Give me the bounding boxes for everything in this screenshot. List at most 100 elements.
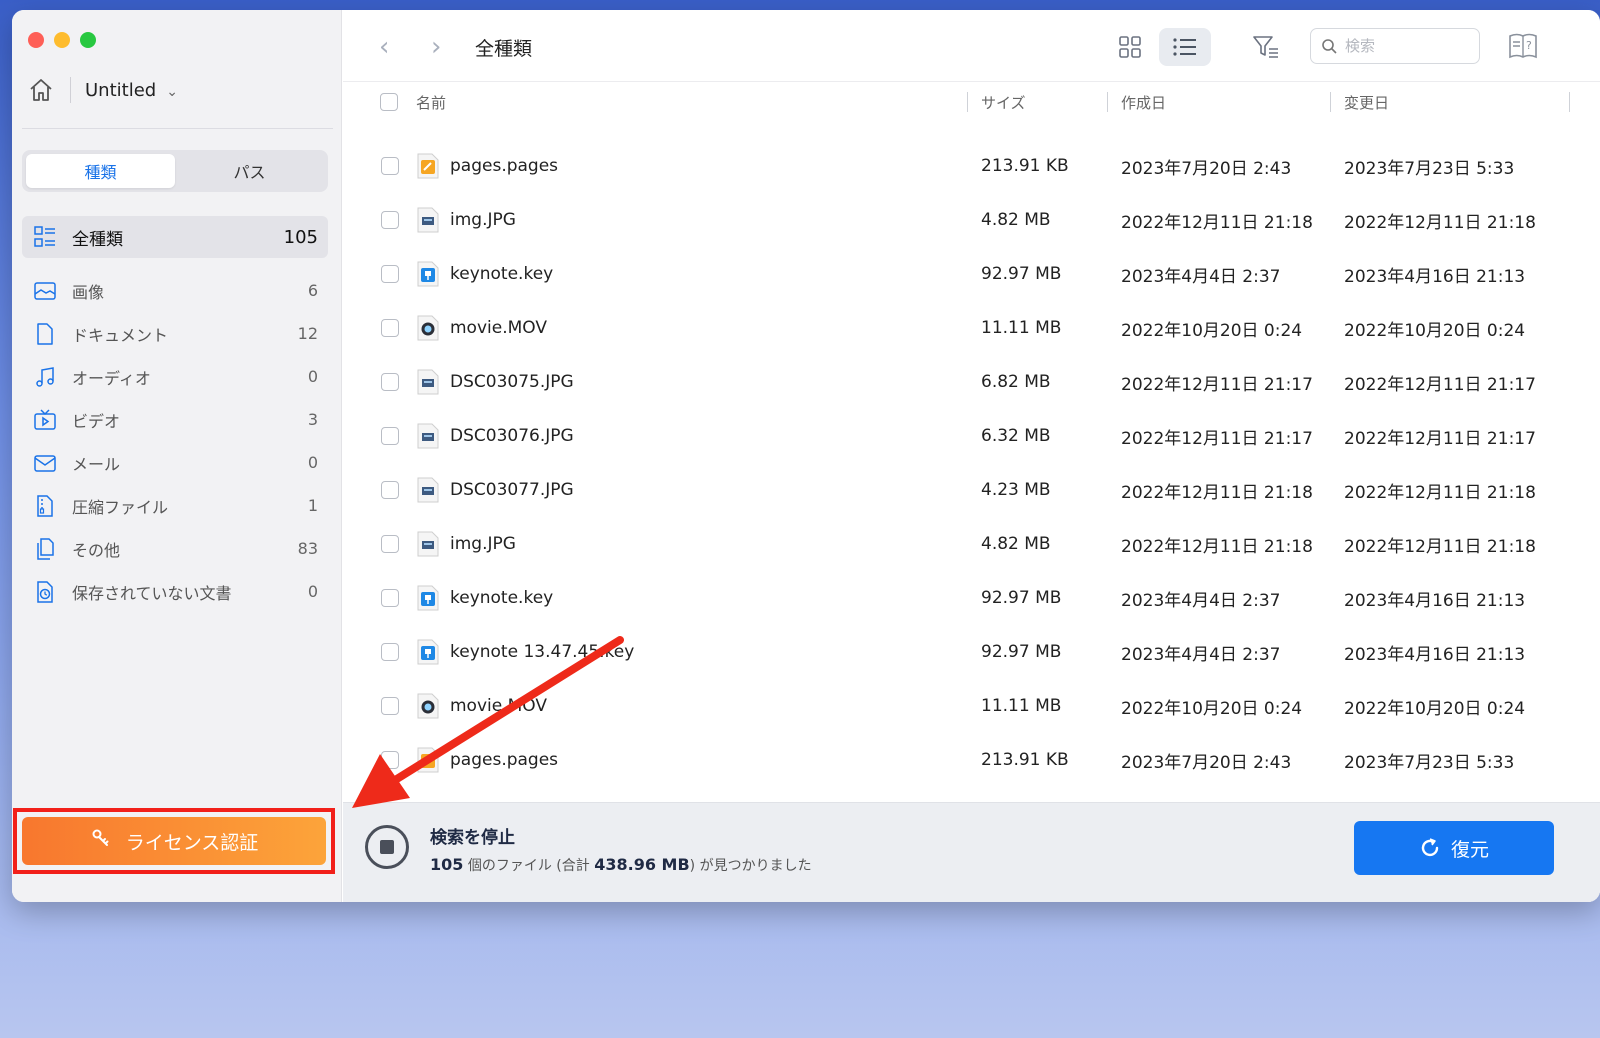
table-row[interactable]: img.JPG 4.82 MB 2022年12月11日 21:18 2022年12月1… (343, 193, 1600, 247)
file-size: 92.97 MB (981, 642, 1062, 662)
file-size: 213.91 KB (981, 156, 1069, 176)
toolbar: ‹ › 全種類 ? (343, 10, 1600, 82)
file-size: 4.82 MB (981, 534, 1051, 554)
file-created: 2022年12月11日 21:18 (1121, 212, 1313, 233)
row-checkbox[interactable] (381, 751, 399, 769)
sidebar-item-other[interactable]: その他 83 (22, 527, 328, 570)
sidebar-item-archives[interactable]: 圧縮ファイル 1 (22, 484, 328, 527)
forward-button[interactable]: › (431, 32, 441, 62)
table-row[interactable]: DSC03077.JPG 4.23 MB 2022年12月11日 21:18 2022… (343, 463, 1600, 517)
help-button[interactable]: ? (1505, 28, 1541, 64)
table-row[interactable]: keynote 13.47.45.key 92.97 MB 2023年4月4日 2:… (343, 625, 1600, 679)
file-modified: 2022年10月20日 0:24 (1344, 320, 1526, 341)
stop-scan-button[interactable] (365, 825, 409, 869)
sidebar-item-count: 0 (307, 453, 318, 472)
table-row[interactable]: movie.MOV 11.11 MB 2022年10月20日 0:24 2022年10… (343, 301, 1600, 355)
file-name: DSC03076.JPG (450, 426, 574, 446)
column-header-name[interactable]: 名前 (416, 92, 446, 113)
tab-path[interactable]: パス (175, 154, 324, 188)
sidebar-item-audio[interactable]: オーディオ 0 (22, 355, 328, 398)
sidebar-item-documents[interactable]: ドキュメント 12 (22, 312, 328, 355)
status-bar: 検索を停止 105 個のファイル (合計 438.96 MB) が見つかりました… (343, 802, 1600, 902)
minimize-window-button[interactable] (54, 32, 70, 48)
mail-icon (32, 450, 58, 476)
status-summary: 105 個のファイル (合計 438.96 MB) が見つかりました (430, 855, 812, 875)
back-button[interactable]: ‹ (379, 32, 389, 62)
table-row[interactable]: DSC03075.JPG 6.82 MB 2022年12月11日 21:17 2022… (343, 355, 1600, 409)
grid-view-button[interactable] (1115, 32, 1145, 62)
sidebar-item-video[interactable]: ビデオ 3 (22, 398, 328, 441)
search-input[interactable] (1345, 37, 1465, 55)
filter-button[interactable] (1251, 32, 1281, 62)
table-row[interactable]: img.JPG 4.82 MB 2022年12月11日 21:18 2022年12月1… (343, 517, 1600, 571)
home-icon[interactable] (26, 75, 56, 105)
image-file-icon (417, 477, 439, 503)
column-divider[interactable] (967, 92, 968, 112)
sidebar-item-all-types[interactable]: 全種類 105 (22, 216, 328, 258)
location-row: Untitled ⌄ (26, 72, 178, 108)
status-tail: ) が見つかりました (689, 858, 812, 874)
row-checkbox[interactable] (381, 427, 399, 445)
row-checkbox[interactable] (381, 157, 399, 175)
table-row[interactable]: pages.pages 213.91 KB 2023年7月20日 2:43 2023年… (343, 733, 1600, 787)
status-title: 検索を停止 (430, 828, 515, 848)
search-field[interactable] (1310, 28, 1480, 64)
file-name: pages.pages (450, 750, 559, 770)
sidebar-item-count: 0 (307, 582, 318, 601)
sidebar-item-unsaved[interactable]: 保存されていない文書 0 (22, 570, 328, 613)
restore-button[interactable]: 復元 (1354, 821, 1554, 875)
file-size: 92.97 MB (981, 588, 1062, 608)
file-modified: 2023年7月23日 5:33 (1344, 158, 1515, 179)
file-modified: 2023年4月16日 21:13 (1344, 590, 1526, 611)
row-checkbox[interactable] (381, 697, 399, 715)
all-types-icon (32, 224, 58, 250)
svg-text:?: ? (1526, 39, 1532, 52)
file-size: 11.11 MB (981, 318, 1062, 338)
table-row[interactable]: movie.MOV 11.11 MB 2022年10月20日 0:24 2022年10… (343, 679, 1600, 733)
sidebar-item-label: 保存されていない文書 (72, 583, 232, 603)
zoom-window-button[interactable] (80, 32, 96, 48)
row-checkbox[interactable] (381, 481, 399, 499)
row-checkbox[interactable] (381, 589, 399, 607)
sidebar-item-label: オーディオ (72, 368, 151, 388)
table-row[interactable]: pages.pages 213.91 KB 2023年7月20日 2:43 2023年… (343, 139, 1600, 193)
file-name: pages.pages (450, 156, 559, 176)
sidebar-item-label: 圧縮ファイル (72, 497, 169, 517)
column-divider[interactable] (1107, 92, 1108, 112)
sidebar-item-images[interactable]: 画像 6 (22, 269, 328, 312)
document-icon (32, 321, 58, 347)
license-activation-button[interactable]: ライセンス認証 (22, 817, 326, 865)
select-all-checkbox[interactable] (380, 93, 398, 111)
row-checkbox[interactable] (381, 319, 399, 337)
file-name: DSC03075.JPG (450, 372, 574, 392)
row-checkbox[interactable] (381, 643, 399, 661)
table-row[interactable]: keynote.key 92.97 MB 2023年4月4日 2:37 2023年4月… (343, 247, 1600, 301)
image-file-icon (417, 207, 439, 233)
file-created: 2022年12月11日 21:18 (1121, 482, 1313, 503)
sidebar-item-mail[interactable]: メール 0 (22, 441, 328, 484)
grid-icon (1119, 36, 1141, 58)
table-row[interactable]: DSC03076.JPG 6.32 MB 2022年12月11日 21:17 2022… (343, 409, 1600, 463)
column-header-modified[interactable]: 変更日 (1344, 92, 1389, 113)
file-size: 11.11 MB (981, 696, 1062, 716)
row-checkbox[interactable] (381, 211, 399, 229)
volume-title[interactable]: Untitled (85, 80, 156, 101)
column-divider[interactable] (1569, 92, 1570, 112)
table-row[interactable]: keynote.key 92.97 MB 2023年4月4日 2:37 2023年4月… (343, 571, 1600, 625)
close-window-button[interactable] (28, 32, 44, 48)
sidebar-item-count: 12 (297, 324, 318, 343)
column-header-created[interactable]: 作成日 (1121, 92, 1166, 113)
file-size: 92.97 MB (981, 264, 1062, 284)
chevron-down-icon[interactable]: ⌄ (166, 84, 178, 100)
row-checkbox[interactable] (381, 373, 399, 391)
movie-file-icon (417, 315, 439, 341)
column-divider[interactable] (1330, 92, 1331, 112)
column-header-size[interactable]: サイズ (981, 92, 1026, 113)
row-checkbox[interactable] (381, 535, 399, 553)
row-checkbox[interactable] (381, 265, 399, 283)
refresh-icon (1421, 838, 1439, 857)
image-file-icon (417, 423, 439, 449)
file-modified: 2022年12月11日 21:17 (1344, 374, 1536, 395)
tab-type[interactable]: 種類 (26, 154, 175, 188)
list-view-button[interactable] (1159, 28, 1211, 66)
